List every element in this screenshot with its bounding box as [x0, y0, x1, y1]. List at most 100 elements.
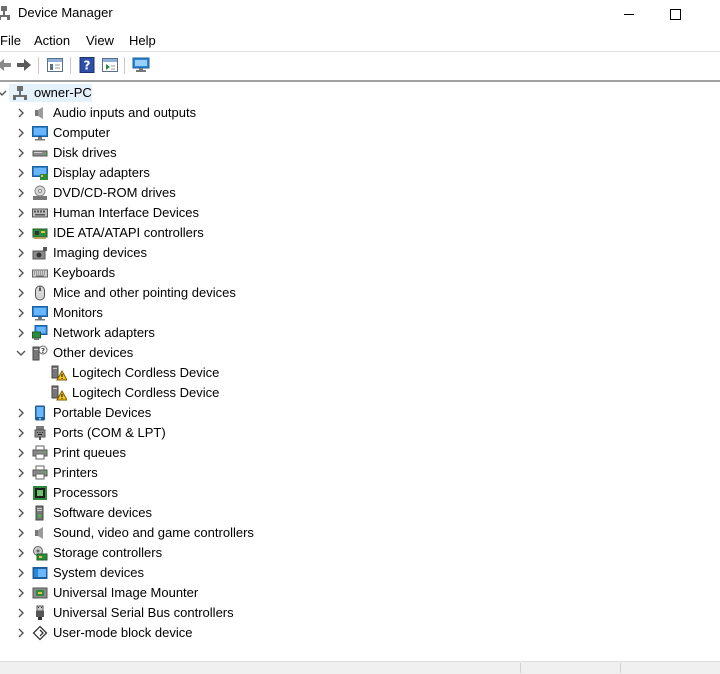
- expand-chevron-icon[interactable]: [15, 226, 27, 240]
- expand-chevron-icon[interactable]: [15, 426, 27, 440]
- collapse-chevron-icon[interactable]: [0, 86, 8, 100]
- expand-chevron-icon[interactable]: [15, 146, 27, 160]
- maximize-button[interactable]: [652, 0, 698, 28]
- tree-category[interactable]: Human Interface Devices: [0, 203, 720, 223]
- tree-category-expanded[interactable]: ? Other devices: [0, 343, 720, 363]
- expand-chevron-icon[interactable]: [15, 266, 27, 280]
- expand-chevron-icon[interactable]: [15, 186, 27, 200]
- tree-category-label: Print queues: [53, 445, 126, 460]
- expand-chevron-icon[interactable]: [15, 606, 27, 620]
- tree-category[interactable]: IDE ATA/ATAPI controllers: [0, 223, 720, 243]
- expand-chevron-icon[interactable]: [15, 246, 27, 260]
- tree-category[interactable]: Computer: [0, 123, 720, 143]
- tree-device[interactable]: Logitech Cordless Device: [0, 363, 720, 383]
- expand-chevron-icon[interactable]: [15, 626, 27, 640]
- tree-category[interactable]: DVD/CD-ROM drives: [0, 183, 720, 203]
- usb-icon: [36, 605, 44, 620]
- processor-icon: [33, 486, 47, 500]
- tree-category[interactable]: Processors: [0, 483, 720, 503]
- printer-icon: [32, 445, 48, 460]
- ide-controller-icon: [32, 228, 48, 239]
- tree-category[interactable]: Printers: [0, 463, 720, 483]
- tree-device-label: Logitech Cordless Device: [72, 365, 220, 380]
- expand-chevron-icon[interactable]: [15, 546, 27, 560]
- tree-category-label: DVD/CD-ROM drives: [53, 185, 176, 200]
- expand-chevron-icon[interactable]: [15, 526, 27, 540]
- tree-category-label: Storage controllers: [53, 545, 163, 560]
- warning-device-icon: [51, 365, 67, 381]
- expand-chevron-icon[interactable]: [15, 446, 27, 460]
- content-divider: [0, 80, 720, 82]
- tree-category[interactable]: Portable Devices: [0, 403, 720, 423]
- tree-device[interactable]: Logitech Cordless Device: [0, 383, 720, 403]
- collapse-chevron-icon[interactable]: [15, 346, 27, 360]
- menu-file[interactable]: File: [0, 33, 21, 48]
- toolbar-separator: [124, 57, 125, 74]
- tree-category[interactable]: Ports (COM & LPT): [0, 423, 720, 443]
- tree-category[interactable]: System devices: [0, 563, 720, 583]
- toolbar-separator: [38, 57, 39, 74]
- toolbar-separator: [70, 57, 71, 74]
- warning-device-icon: [51, 385, 67, 401]
- forward-button[interactable]: [15, 56, 33, 74]
- tree-device-label: Logitech Cordless Device: [72, 385, 220, 400]
- expand-chevron-icon[interactable]: [15, 466, 27, 480]
- minimize-button[interactable]: [606, 0, 652, 28]
- tree-root[interactable]: owner-PC: [0, 83, 720, 103]
- maximize-icon: [669, 8, 681, 20]
- expand-chevron-icon[interactable]: [15, 126, 27, 140]
- tree-category[interactable]: Network adapters: [0, 323, 720, 343]
- tree-category[interactable]: Software devices: [0, 503, 720, 523]
- tree-category[interactable]: Universal Serial Bus controllers: [0, 603, 720, 623]
- tree-category[interactable]: Monitors: [0, 303, 720, 323]
- tree-category-label: System devices: [53, 565, 145, 580]
- software-device-icon: [35, 505, 44, 521]
- tree-category[interactable]: Imaging devices: [0, 243, 720, 263]
- tree-category[interactable]: Display adapters: [0, 163, 720, 183]
- menu-help[interactable]: Help: [129, 33, 156, 48]
- printer-icon: [32, 465, 48, 480]
- tree-category[interactable]: Sound, video and game controllers: [0, 523, 720, 543]
- status-separator: [520, 663, 521, 673]
- system-device-icon: [32, 567, 48, 579]
- expand-chevron-icon[interactable]: [15, 506, 27, 520]
- expand-chevron-icon[interactable]: [15, 286, 27, 300]
- tree-category[interactable]: Mice and other pointing devices: [0, 283, 720, 303]
- tree-category[interactable]: Universal Image Mounter: [0, 583, 720, 603]
- back-button[interactable]: [0, 56, 13, 74]
- menu-action[interactable]: Action: [34, 33, 70, 48]
- tree-category-label: Keyboards: [53, 265, 116, 280]
- expand-chevron-icon[interactable]: [15, 106, 27, 120]
- menu-view[interactable]: View: [86, 33, 114, 48]
- back-arrow-icon: [0, 59, 11, 71]
- tree-category[interactable]: Audio inputs and outputs: [0, 103, 720, 123]
- tree-category-label: Computer: [53, 125, 111, 140]
- show-hide-console-tree-button[interactable]: [46, 56, 64, 74]
- toolbar: ?: [0, 51, 720, 79]
- expand-chevron-icon[interactable]: [15, 306, 27, 320]
- tree-category-label: Other devices: [53, 345, 134, 360]
- tree-category[interactable]: User-mode block device: [0, 623, 720, 643]
- tree-category[interactable]: Print queues: [0, 443, 720, 463]
- tree-category[interactable]: Keyboards: [0, 263, 720, 283]
- expand-chevron-icon[interactable]: [15, 586, 27, 600]
- window-title: Device Manager: [18, 5, 113, 20]
- tree-category[interactable]: Storage controllers: [0, 543, 720, 563]
- tree-category-label: Display adapters: [53, 165, 150, 180]
- help-button[interactable]: ?: [78, 56, 96, 74]
- expand-chevron-icon[interactable]: [15, 326, 27, 340]
- expand-chevron-icon[interactable]: [15, 206, 27, 220]
- portable-device-icon: [35, 405, 45, 421]
- scan-hardware-button[interactable]: [132, 56, 150, 74]
- tree-category[interactable]: Disk drives: [0, 143, 720, 163]
- expand-chevron-icon[interactable]: [15, 486, 27, 500]
- expand-chevron-icon[interactable]: [15, 166, 27, 180]
- tree-category-label: Printers: [53, 465, 98, 480]
- tree-category-label: Portable Devices: [53, 405, 152, 420]
- expand-chevron-icon[interactable]: [15, 566, 27, 580]
- properties-button[interactable]: [101, 56, 119, 74]
- expand-chevron-icon[interactable]: [15, 406, 27, 420]
- title-bar: Device Manager: [0, 0, 720, 28]
- monitor-icon: [32, 126, 48, 141]
- display-adapter-icon: [32, 166, 48, 180]
